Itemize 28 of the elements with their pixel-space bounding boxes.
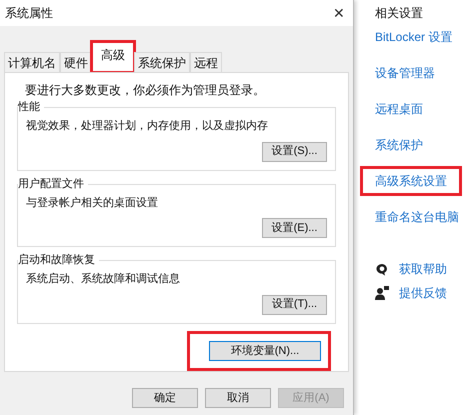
tab[interactable]: 硬件 [60,52,92,72]
group-description: 与登录帐户相关的桌面设置 [26,196,159,211]
group-description: 视觉效果，处理器计划，内存使用，以及虚拟内存 [26,118,269,134]
close-button[interactable]: ✕ [333,2,345,24]
admin-notice: 要进行大多数更改，你必须作为管理员登录。 [24,82,266,99]
related-settings-heading: 相关设置 [374,5,424,22]
settings-link[interactable]: 重命名这台电脑 [360,202,474,232]
help-link[interactable]: 获取帮助 [399,260,447,278]
chat-help-icon [375,262,389,276]
settings-link[interactable]: 设备管理器 [360,58,450,88]
tab[interactable]: 远程 [190,52,222,72]
settings-link[interactable]: 远程桌面 [360,94,438,124]
help-link[interactable]: 提供反馈 [399,284,447,302]
settings-button[interactable]: 设置(T)... [262,294,327,315]
dialog-button[interactable]: 确定 [132,388,198,408]
settings-link[interactable]: 高级系统设置 [360,166,462,196]
settings-button[interactable]: 设置(S)... [262,142,327,162]
group-description: 系统启动、系统故障和调试信息 [26,272,181,288]
dialog-button[interactable]: 取消 [205,388,271,408]
environment-variables-button[interactable]: 环境变量(N)... [209,340,321,361]
tab[interactable]: 计算机名 [4,52,60,72]
tab[interactable]: 高级 [92,42,134,72]
settings-link[interactable]: 系统保护 [360,130,438,160]
tab[interactable]: 系统保护 [134,52,190,72]
person-icon [375,286,389,300]
settings-button[interactable]: 设置(E)... [262,218,327,238]
settings-link[interactable]: BitLocker 设置 [360,22,468,52]
window-title: 系统属性 [5,5,53,22]
